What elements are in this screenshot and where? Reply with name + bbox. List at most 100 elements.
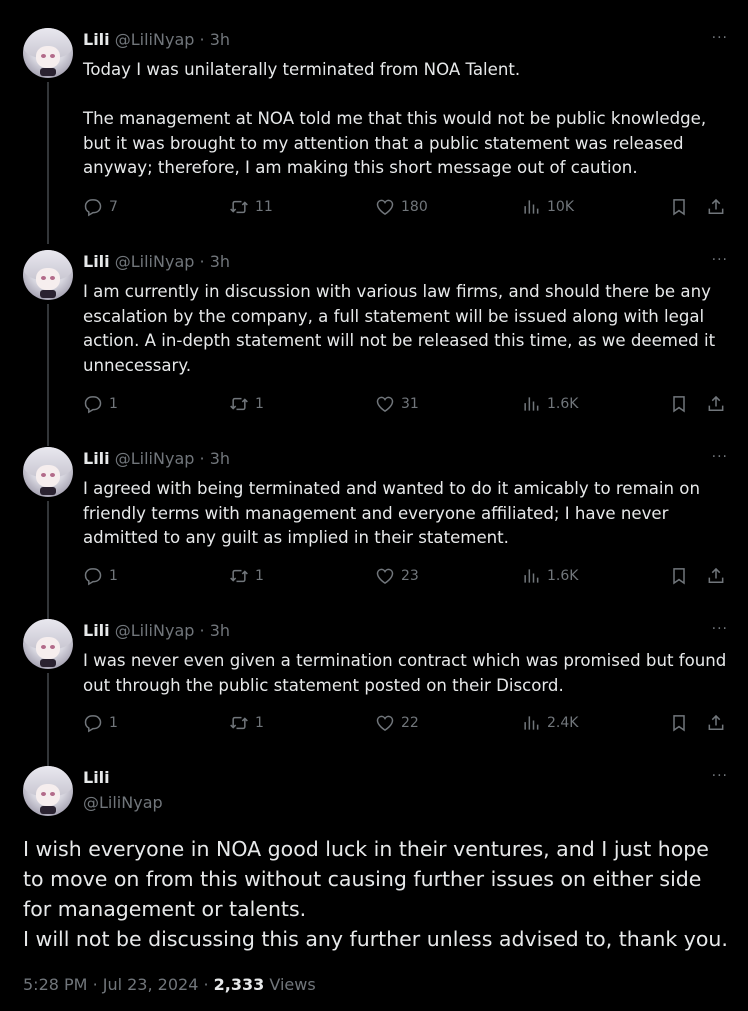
tweet-text: Today I was unilaterally terminated from…	[83, 58, 728, 181]
display-name[interactable]: Lili	[83, 30, 110, 49]
like-icon	[375, 713, 401, 733]
more-icon[interactable]: ···	[712, 30, 728, 46]
repost-icon	[229, 566, 255, 586]
display-name[interactable]: Lili	[83, 768, 110, 787]
display-name[interactable]: Lili	[83, 252, 110, 271]
separator-dot: ·	[199, 252, 205, 271]
likes-count: 31	[401, 396, 419, 412]
more-icon[interactable]: ···	[712, 621, 728, 637]
like-button[interactable]: 22	[375, 713, 419, 733]
user-handle[interactable]: @LiliNyap	[115, 449, 195, 468]
timestamp[interactable]: 3h	[210, 621, 230, 640]
more-icon[interactable]: ···	[712, 449, 728, 465]
repost-icon	[229, 394, 255, 414]
repost-button[interactable]: 1	[229, 394, 264, 414]
repost-button[interactable]: 1	[229, 713, 264, 733]
separator-dot: ·	[92, 975, 103, 994]
replies-count: 7	[109, 199, 118, 215]
post-date[interactable]: Jul 23, 2024	[103, 975, 199, 994]
tweet-text: I wish everyone in NOA good luck in thei…	[23, 834, 728, 954]
reply-button[interactable]: 7	[83, 197, 118, 217]
views-count: 2,333	[213, 975, 265, 994]
share-button[interactable]	[706, 566, 732, 586]
reply-button[interactable]: 1	[83, 566, 118, 586]
like-button[interactable]: 180	[375, 197, 428, 217]
user-handle[interactable]: @LiliNyap	[83, 793, 163, 812]
tweet-paragraph: I wish everyone in NOA good luck in thei…	[23, 837, 709, 921]
thread-line	[47, 501, 49, 619]
bookmark-button[interactable]	[669, 197, 695, 217]
share-button[interactable]	[706, 197, 732, 217]
share-icon	[706, 394, 732, 414]
more-icon[interactable]: ···	[712, 252, 728, 268]
avatar[interactable]	[23, 619, 73, 669]
reposts-count: 1	[255, 568, 264, 584]
share-button[interactable]	[706, 713, 732, 733]
tweet-header: Lili @LiliNyap · 3h	[83, 449, 230, 469]
repost-icon	[229, 197, 255, 217]
views-button[interactable]: 2.4K	[521, 713, 578, 733]
action-bar: 1 1 22 2.4K	[83, 713, 728, 737]
tweet-header: Lili @LiliNyap · 3h	[83, 30, 230, 50]
views-label: Views	[269, 975, 316, 994]
bookmark-button[interactable]	[669, 566, 695, 586]
more-icon[interactable]: ···	[712, 768, 728, 784]
tweet-text: I am currently in discussion with variou…	[83, 280, 728, 378]
tweet-header: Lili @LiliNyap · 3h	[83, 252, 230, 272]
views-icon	[521, 197, 547, 217]
reply-icon	[83, 394, 109, 414]
repost-button[interactable]: 1	[229, 566, 264, 586]
display-name[interactable]: Lili	[83, 449, 110, 468]
reply-icon	[83, 713, 109, 733]
share-button[interactable]	[706, 394, 732, 414]
tweet-paragraph: I was never even given a termination con…	[83, 651, 727, 695]
views-count: 2.4K	[547, 715, 579, 731]
avatar[interactable]	[23, 250, 73, 300]
avatar[interactable]	[23, 447, 73, 497]
like-button[interactable]: 31	[375, 394, 419, 414]
views-count: 1.6K	[547, 568, 579, 584]
views-count: 1.6K	[547, 396, 579, 412]
repost-button[interactable]: 11	[229, 197, 273, 217]
likes-count: 180	[401, 199, 428, 215]
bookmark-icon	[669, 713, 695, 733]
tweet-text: I was never even given a termination con…	[83, 649, 728, 698]
bookmark-button[interactable]	[669, 394, 695, 414]
thread-line	[47, 82, 49, 244]
separator-dot: ·	[199, 621, 205, 640]
tweet-paragraph: Today I was unilaterally terminated from…	[83, 60, 521, 79]
reply-button[interactable]: 1	[83, 394, 118, 414]
user-handle[interactable]: @LiliNyap	[115, 621, 195, 640]
likes-count: 22	[401, 715, 419, 731]
user-handle[interactable]: @LiliNyap	[115, 30, 195, 49]
avatar[interactable]	[23, 766, 73, 816]
tweet-paragraph: The management at NOA told me that this …	[83, 109, 707, 177]
action-bar: 1 1 31 1.6K	[83, 394, 728, 418]
display-name[interactable]: Lili	[83, 621, 110, 640]
separator-dot: ·	[199, 449, 205, 468]
tweet-meta: 5:28 PM · Jul 23, 2024 · 2,333 Views	[23, 975, 316, 994]
reply-button[interactable]: 1	[83, 713, 118, 733]
views-icon	[521, 713, 547, 733]
views-button[interactable]: 1.6K	[521, 566, 578, 586]
separator-dot: ·	[199, 30, 205, 49]
views-button[interactable]: 10K	[521, 197, 574, 217]
thread-line	[47, 673, 49, 769]
post-time[interactable]: 5:28 PM	[23, 975, 87, 994]
user-handle[interactable]: @LiliNyap	[115, 252, 195, 271]
like-button[interactable]: 23	[375, 566, 419, 586]
timestamp[interactable]: 3h	[210, 252, 230, 271]
avatar[interactable]	[23, 28, 73, 78]
views-button[interactable]: 1.6K	[521, 394, 578, 414]
bookmark-button[interactable]	[669, 713, 695, 733]
like-icon	[375, 394, 401, 414]
reposts-count: 1	[255, 396, 264, 412]
like-icon	[375, 197, 401, 217]
views-count: 10K	[547, 199, 574, 215]
like-icon	[375, 566, 401, 586]
replies-count: 1	[109, 715, 118, 731]
replies-count: 1	[109, 396, 118, 412]
action-bar: 7 11 180 10K	[83, 197, 728, 221]
timestamp[interactable]: 3h	[210, 449, 230, 468]
timestamp[interactable]: 3h	[210, 30, 230, 49]
